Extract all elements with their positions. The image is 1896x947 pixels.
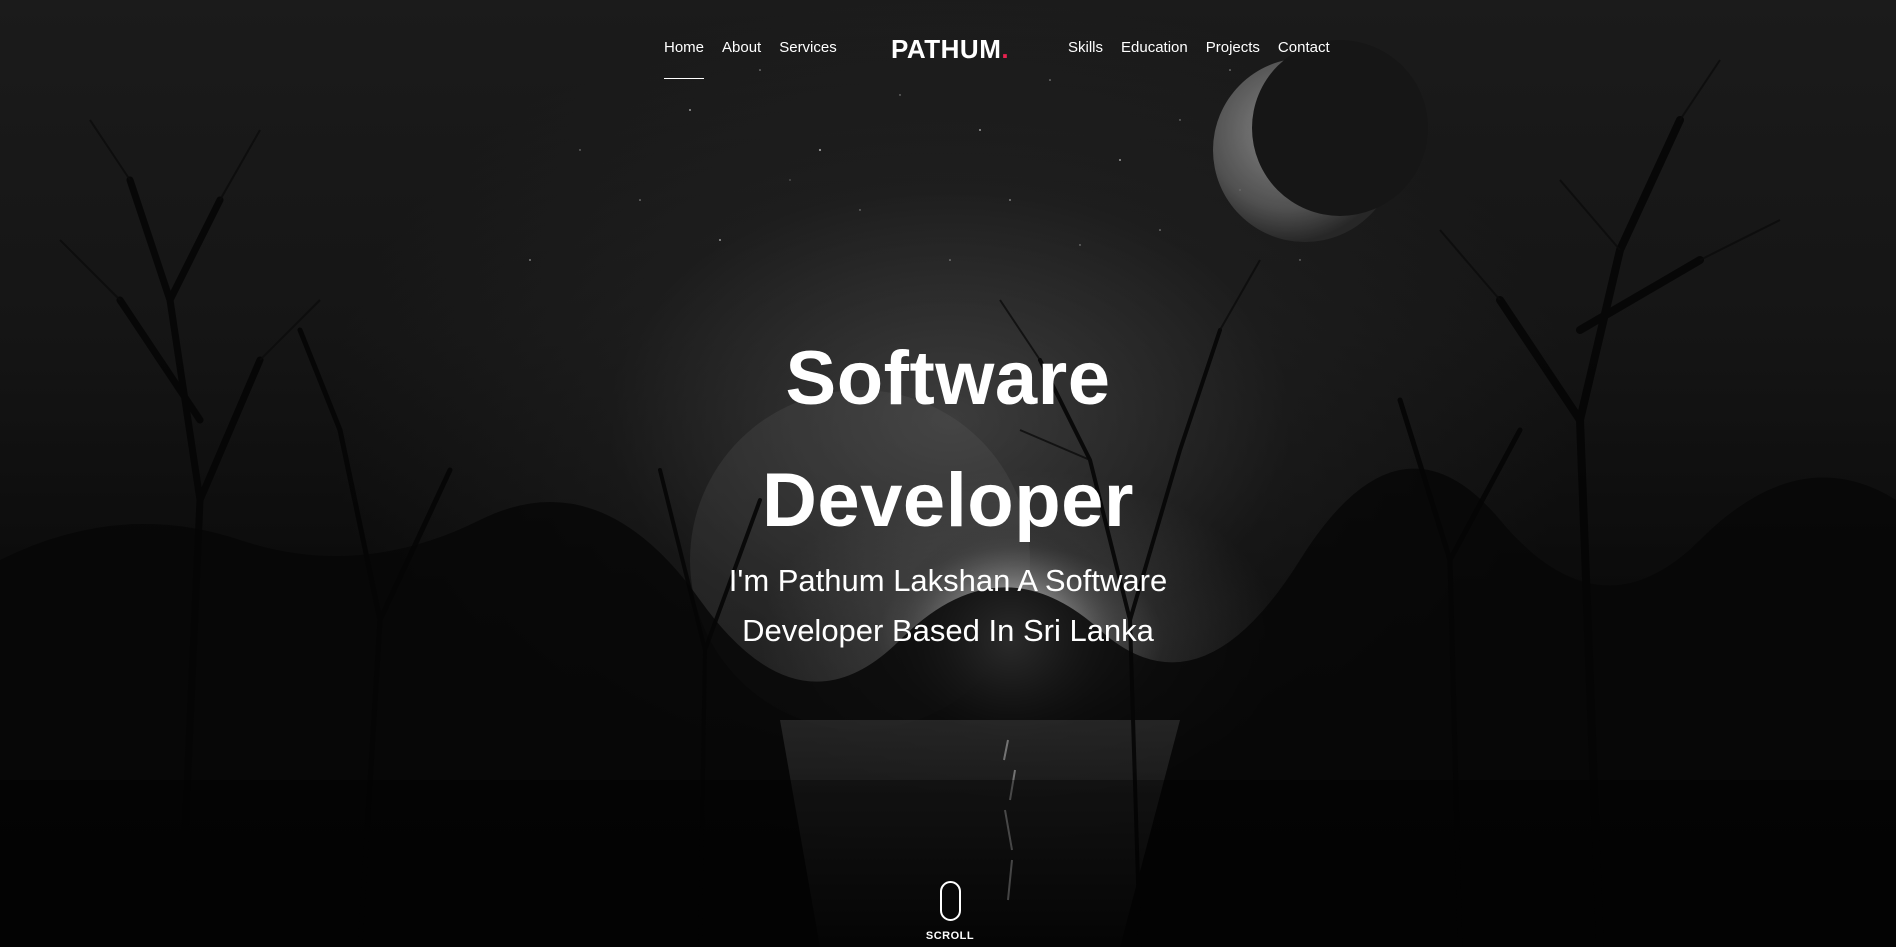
nav-item-projects[interactable]: Projects (1206, 39, 1260, 62)
nav-left-group: Home About Services (664, 39, 837, 79)
nav-item-contact[interactable]: Contact (1278, 39, 1330, 62)
logo-text: PATHUM (891, 34, 1002, 64)
nav-item-education[interactable]: Education (1121, 39, 1188, 62)
main-nav: Home About Services PATHUM. Skills Educa… (0, 0, 1896, 100)
nav-item-about[interactable]: About (722, 39, 761, 62)
subtitle-line-2: Developer Based In Sri Lanka (742, 613, 1154, 648)
nav-item-home[interactable]: Home (664, 39, 705, 79)
site-logo[interactable]: PATHUM. (891, 34, 1009, 65)
logo-dot: . (1001, 34, 1010, 64)
nav-item-skills[interactable]: Skills (1068, 39, 1103, 62)
headline-line-2: Developer (762, 458, 1134, 543)
nav-right-group: Skills Education Projects Contact (1068, 39, 1330, 62)
hero-subtitle: I'm Pathum Lakshan A Software Developer … (648, 556, 1248, 656)
mouse-icon (939, 881, 961, 921)
scroll-indicator[interactable]: SCROLL (918, 881, 982, 942)
subtitle-line-1: I'm Pathum Lakshan A Software (728, 563, 1168, 598)
scroll-label: SCROLL (925, 930, 975, 942)
hero-headline: Software Developer (0, 318, 1896, 562)
nav-item-services[interactable]: Services (779, 39, 837, 62)
hero-section: Home About Services PATHUM. Skills Educa… (0, 0, 1896, 947)
headline-line-1: Software (785, 336, 1111, 421)
